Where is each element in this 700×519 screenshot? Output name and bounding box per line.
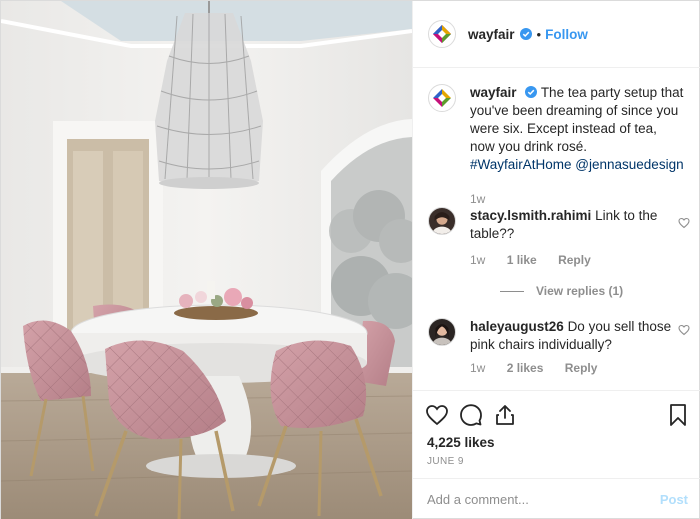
comments-section[interactable]: wayfair The tea party setup that you've … <box>413 68 700 390</box>
comment-icon[interactable] <box>459 403 483 427</box>
comment-username[interactable]: stacy.lsmith.rahimi <box>470 208 591 223</box>
comment-meta: 1w 1 like Reply <box>470 253 609 267</box>
heart-icon[interactable] <box>425 403 449 427</box>
caption-mention[interactable]: @jennasuedesign <box>575 157 683 172</box>
post-date[interactable]: JUNE 9 <box>427 456 464 467</box>
comment-meta: 1w 2 likes Reply <box>470 361 615 375</box>
comment-text-block: stacy.lsmith.rahimi Link to the table?? <box>470 207 675 243</box>
caption-hashtag[interactable]: #WayfairAtHome <box>470 157 572 172</box>
wayfair-avatar[interactable] <box>428 20 456 48</box>
bookmark-icon[interactable] <box>666 403 690 427</box>
view-replies-line <box>500 291 524 293</box>
reply-button[interactable]: Reply <box>565 361 598 375</box>
post-photo[interactable] <box>1 1 412 519</box>
header-username[interactable]: wayfair <box>468 27 515 42</box>
caption-time[interactable]: 1w <box>470 192 485 206</box>
verified-badge-icon <box>519 28 532 40</box>
caption-text-block: wayfair The tea party setup that you've … <box>470 84 685 174</box>
instagram-post: wayfair • Follow wayfair The tea party s… <box>0 0 700 519</box>
follow-button[interactable]: Follow <box>545 27 588 42</box>
comment-likes[interactable]: 2 likes <box>507 361 544 375</box>
user-avatar-icon <box>432 324 452 345</box>
post-header: wayfair • Follow <box>413 1 700 68</box>
caption-meta: 1w <box>470 192 503 206</box>
comment-time[interactable]: 1w <box>470 361 485 375</box>
commenter-avatar[interactable] <box>428 207 456 235</box>
post-side-panel: wayfair • Follow wayfair The tea party s… <box>412 1 700 519</box>
likes-count[interactable]: 4,225 likes <box>427 435 495 450</box>
like-comment-heart-icon[interactable] <box>678 217 690 229</box>
like-comment-heart-icon[interactable] <box>678 324 690 336</box>
commenter-avatar[interactable] <box>428 318 456 346</box>
post-actions: 4,225 likes JUNE 9 <box>413 390 700 478</box>
post-comment-button[interactable]: Post <box>660 492 688 507</box>
share-icon[interactable] <box>493 403 517 427</box>
verified-badge-icon <box>525 86 538 98</box>
view-replies-label: View replies (1) <box>536 284 624 298</box>
header-separator: • <box>536 26 542 42</box>
wayfair-logo-icon <box>433 25 451 43</box>
add-comment-bar: Post <box>413 478 700 519</box>
caption-avatar[interactable] <box>428 84 456 112</box>
add-comment-input[interactable] <box>427 492 660 507</box>
reply-button[interactable]: Reply <box>558 253 591 267</box>
user-avatar-icon <box>432 212 452 234</box>
wayfair-logo-icon <box>433 89 451 107</box>
comment-likes[interactable]: 1 like <box>507 253 537 267</box>
view-replies-button[interactable]: View replies (1) <box>500 284 623 298</box>
post-photo-illustration <box>1 1 412 519</box>
comment-username[interactable]: haleyaugust26 <box>470 319 564 334</box>
comment-text-block: haleyaugust26 Do you sell those pink cha… <box>470 318 675 354</box>
comment-time[interactable]: 1w <box>470 253 485 267</box>
caption-username[interactable]: wayfair <box>470 85 517 100</box>
